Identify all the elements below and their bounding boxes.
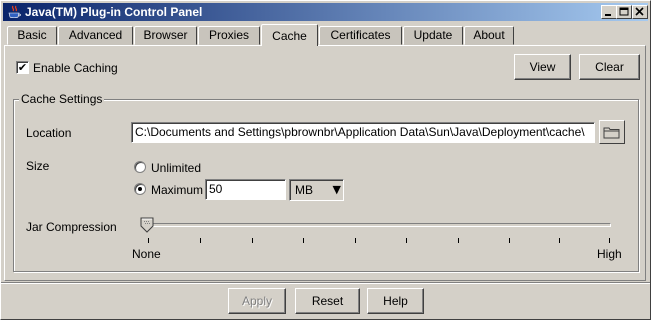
slider-tick	[406, 238, 407, 243]
slider-tick	[148, 238, 149, 243]
slider-tick	[559, 238, 560, 243]
browse-folder-button[interactable]	[599, 120, 625, 144]
clear-button[interactable]: Clear	[579, 54, 640, 80]
jar-compression-thumb[interactable]	[140, 217, 156, 233]
unlimited-label[interactable]: Unlimited	[151, 161, 201, 175]
window-title: Java(TM) Plug-in Control Panel	[25, 5, 203, 19]
tab-basic[interactable]: Basic	[7, 26, 57, 45]
close-button[interactable]	[632, 5, 648, 19]
enable-caching-checkbox[interactable]: ✔	[16, 61, 29, 74]
slider-tick	[458, 238, 459, 243]
cache-settings-title: Cache Settings	[19, 92, 105, 106]
reset-button[interactable]: Reset	[295, 288, 360, 314]
minimize-icon	[605, 14, 611, 16]
maximize-button[interactable]	[616, 5, 632, 19]
tab-browser[interactable]: Browser	[134, 26, 197, 45]
view-button[interactable]: View	[514, 54, 571, 80]
control-panel-window: Java(TM) Plug-in Control Panel Basic Adv…	[0, 0, 651, 320]
slider-tick	[303, 238, 304, 243]
tab-advanced[interactable]: Advanced	[58, 26, 133, 45]
slider-tick	[252, 238, 253, 243]
location-label: Location	[26, 126, 72, 140]
dropdown-arrow-icon: ▼	[332, 183, 341, 196]
close-icon	[635, 7, 644, 16]
size-unit-value: MB	[295, 183, 313, 197]
jar-compression-track[interactable]	[144, 223, 611, 227]
tab-about[interactable]: About	[464, 26, 514, 45]
folder-icon	[603, 127, 620, 139]
radio-selected-dot	[138, 187, 142, 191]
java-coffee-icon	[8, 5, 21, 19]
high-label: High	[597, 247, 622, 261]
maximum-radio[interactable]	[134, 183, 146, 195]
apply-button[interactable]: Apply	[228, 288, 286, 314]
tab-proxies[interactable]: Proxies	[198, 26, 260, 45]
title-bar[interactable]: Java(TM) Plug-in Control Panel	[3, 3, 648, 21]
unlimited-radio[interactable]	[134, 161, 146, 173]
none-label: None	[132, 247, 161, 261]
size-label: Size	[26, 159, 50, 173]
tab-update[interactable]: Update	[403, 26, 463, 45]
maximum-label[interactable]: Maximum	[151, 183, 203, 197]
minimize-button[interactable]	[601, 5, 617, 19]
slider-tick	[355, 238, 356, 243]
jar-compression-label: Jar Compression	[26, 220, 117, 234]
slider-tick	[509, 238, 510, 243]
location-field[interactable]: C:\Documents and Settings\pbrownbr\Appli…	[131, 122, 595, 143]
help-button[interactable]: Help	[367, 288, 424, 314]
tab-certificates[interactable]: Certificates	[319, 26, 402, 45]
maximize-icon	[619, 7, 629, 16]
slider-tick	[200, 238, 201, 243]
enable-caching-label[interactable]: Enable Caching	[33, 61, 118, 75]
maximum-size-input[interactable]: 50	[205, 179, 286, 200]
size-unit-select[interactable]: MB ▼	[289, 179, 344, 201]
slider-tick	[609, 238, 610, 243]
tab-cache[interactable]: Cache	[261, 24, 318, 46]
footer-separator	[1, 282, 650, 284]
